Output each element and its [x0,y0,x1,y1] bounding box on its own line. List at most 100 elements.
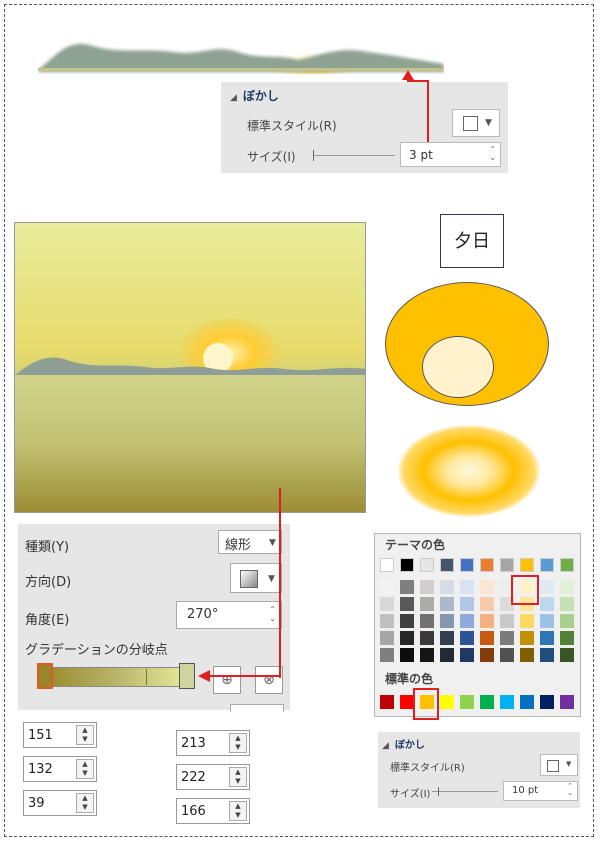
theme-shade-swatch[interactable] [440,631,454,645]
preset-style-dropdown[interactable]: ▼ [540,754,578,776]
rgb-blue-left[interactable]: 39 ▲ ▼ [23,790,97,816]
theme-color-swatch[interactable] [460,558,474,572]
preset-style-dropdown[interactable]: ▼ [452,109,500,137]
theme-shade-swatch[interactable] [480,580,494,594]
theme-color-swatch[interactable] [560,558,574,572]
theme-shade-swatch[interactable] [380,580,394,594]
theme-shade-swatch[interactable] [480,614,494,628]
theme-shade-swatch[interactable] [460,580,474,594]
theme-shade-swatch[interactable] [480,631,494,645]
theme-shade-swatch[interactable] [560,580,574,594]
theme-shade-swatch[interactable] [380,614,394,628]
standard-color-swatch[interactable] [480,695,494,709]
blur-section-header[interactable]: ◢ ぼかし [230,87,279,104]
up-down-icon[interactable]: ▲ ▼ [229,767,247,787]
theme-shade-swatch[interactable] [460,597,474,611]
gradient-stop-left[interactable] [37,663,53,689]
standard-color-swatch[interactable] [440,695,454,709]
gradient-stops-bar[interactable] [40,667,192,687]
size-slider-thumb[interactable] [438,787,439,796]
up-down-icon[interactable]: ▲ ▼ [76,759,94,779]
theme-shade-swatch[interactable] [400,597,414,611]
add-stop-icon[interactable]: ⊕ [213,666,241,694]
theme-shade-swatch[interactable] [540,614,554,628]
theme-shade-swatch[interactable] [500,614,514,628]
rgb-green-left[interactable]: 132 ▲ ▼ [23,756,97,782]
standard-color-swatch[interactable] [500,695,514,709]
theme-shade-swatch[interactable] [420,648,434,662]
theme-shade-swatch[interactable] [420,580,434,594]
up-down-icon[interactable]: ▲ ▼ [76,793,94,813]
up-down-icon[interactable]: ▲ ▼ [229,733,247,753]
spin-arrows-icon[interactable]: ⌃ ⌄ [567,783,573,797]
theme-color-swatch[interactable] [380,558,394,572]
standard-color-swatch[interactable] [540,695,554,709]
up-down-icon[interactable]: ▲ ▼ [229,801,247,821]
theme-shade-swatch[interactable] [460,648,474,662]
theme-shade-swatch[interactable] [460,631,474,645]
theme-shade-swatch[interactable] [460,614,474,628]
theme-shade-swatch[interactable] [480,648,494,662]
size-slider-thumb[interactable] [313,150,314,161]
rgb-blue-right[interactable]: 166 ▲ ▼ [176,798,250,824]
size-spinner[interactable]: 10 pt ⌃ ⌄ [503,781,578,801]
standard-color-swatch[interactable] [380,695,394,709]
theme-shade-swatch[interactable] [560,597,574,611]
theme-color-swatch[interactable] [400,558,414,572]
blurred-sun-shape[interactable] [398,425,540,517]
standard-color-swatch[interactable] [520,695,534,709]
sun-label-box[interactable]: 夕日 [440,214,504,268]
theme-shade-swatch[interactable] [380,597,394,611]
spin-arrows-icon[interactable]: ⌃ ⌄ [269,605,276,623]
rgb-red-left[interactable]: 151 ▲ ▼ [23,722,97,748]
theme-shade-swatch[interactable] [380,648,394,662]
rgb-red-right[interactable]: 213 ▲ ▼ [176,730,250,756]
theme-shade-swatch[interactable] [420,597,434,611]
size-spinner[interactable]: 3 pt ⌃ ⌄ [400,142,501,167]
theme-color-swatch[interactable] [500,558,514,572]
gradient-stop-right[interactable] [179,663,195,689]
blur-section-header-small[interactable]: ◢ ぼかし [382,736,425,751]
theme-shade-swatch[interactable] [380,631,394,645]
standard-color-swatch[interactable] [460,695,474,709]
angle-spinner[interactable]: 270° ⌃ ⌄ [176,601,282,629]
theme-color-swatch[interactable] [440,558,454,572]
theme-color-swatch[interactable] [480,558,494,572]
theme-shade-swatch[interactable] [400,631,414,645]
standard-color-swatch[interactable] [400,695,414,709]
up-down-icon[interactable]: ▲ ▼ [76,725,94,745]
theme-shade-swatch[interactable] [400,614,414,628]
theme-shade-swatch[interactable] [540,580,554,594]
theme-shade-swatch[interactable] [520,631,534,645]
theme-shade-swatch[interactable] [520,648,534,662]
theme-shade-swatch[interactable] [420,614,434,628]
theme-shade-swatch[interactable] [560,648,574,662]
theme-shade-swatch[interactable] [560,631,574,645]
theme-shade-swatch[interactable] [440,648,454,662]
theme-shade-swatch[interactable] [420,631,434,645]
standard-color-swatch[interactable] [560,695,574,709]
theme-color-swatch[interactable] [420,558,434,572]
theme-shade-swatch[interactable] [540,648,554,662]
theme-shade-swatch[interactable] [440,597,454,611]
theme-shade-swatch[interactable] [520,614,534,628]
theme-shade-swatch[interactable] [540,631,554,645]
type-dropdown[interactable]: 線形 ▼ [218,530,282,554]
spin-arrows-icon[interactable]: ⌃ ⌄ [489,146,496,162]
theme-shade-swatch[interactable] [540,597,554,611]
theme-shade-swatch[interactable] [440,580,454,594]
sun-inner-oval-shape[interactable] [422,336,494,398]
theme-shade-swatch[interactable] [400,580,414,594]
theme-shade-swatch[interactable] [480,597,494,611]
theme-shade-swatch[interactable] [440,614,454,628]
direction-dropdown[interactable]: ▼ [230,563,282,593]
rgb-green-right[interactable]: 222 ▲ ▼ [176,764,250,790]
theme-color-swatch[interactable] [540,558,554,572]
theme-shade-swatch[interactable] [500,648,514,662]
size-slider[interactable] [313,155,395,156]
size-slider[interactable] [432,791,498,792]
theme-shade-swatch[interactable] [400,648,414,662]
theme-shade-swatch[interactable] [500,631,514,645]
theme-color-swatch[interactable] [520,558,534,572]
theme-shade-swatch[interactable] [560,614,574,628]
